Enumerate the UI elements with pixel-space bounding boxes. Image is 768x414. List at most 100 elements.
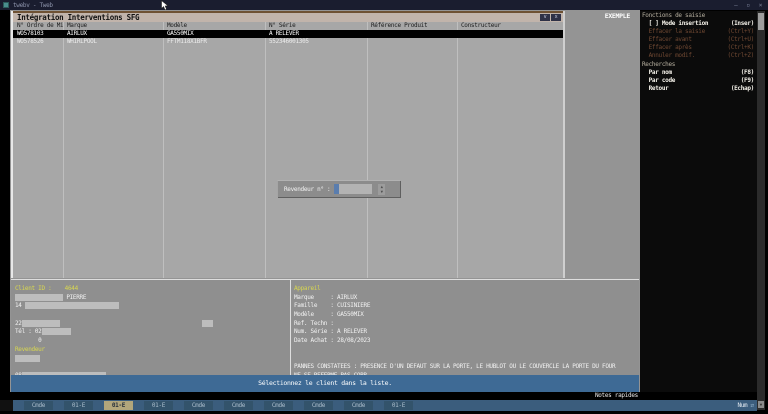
numlock-indicator: Num xyxy=(737,402,748,409)
table-header-row: N° Ordre de Mis Marque Modèle N° Série R… xyxy=(13,22,563,30)
taskbar-item[interactable]: Cmde xyxy=(224,401,253,410)
col-header-serie: N° Série xyxy=(269,22,296,29)
subwindow-title: Intégration Interventions SFG xyxy=(17,13,140,22)
window-close-button[interactable]: x xyxy=(551,14,561,21)
revendeur-input[interactable] xyxy=(334,184,373,194)
appareil-famille: Famille : CUISINIERE xyxy=(294,302,371,310)
os-window-title: twebv - Tweb xyxy=(13,1,53,9)
taskbar-item[interactable]: Cmde xyxy=(304,401,333,410)
menu-item-effacer-apres: Effacer après (Ctrl+K) xyxy=(642,44,755,52)
redacted-phone xyxy=(41,328,71,336)
close-icon[interactable]: × xyxy=(759,2,763,9)
taskbar-item[interactable]: 01-E xyxy=(144,401,173,410)
client-name-line: PIERRE xyxy=(15,293,285,303)
vertical-scrollbar[interactable]: ▼ xyxy=(757,11,765,410)
scrollbar-down-arrow-icon[interactable]: ▼ xyxy=(758,401,764,408)
cell-constructeur xyxy=(457,38,563,46)
minimize-icon[interactable]: – xyxy=(734,2,738,9)
redacted-address xyxy=(24,302,119,310)
os-titlebar: twebv - Tweb – ▫ × xyxy=(0,0,768,10)
col-header-modele: Modèle xyxy=(167,22,187,29)
app-icon xyxy=(3,2,9,8)
col-header-marque: Marque xyxy=(67,22,87,29)
table-row[interactable]: WO578526 WHIRLPOOL FFTM118X1BFR 55234600… xyxy=(13,38,563,46)
client-id-line: Client ID : 4644 xyxy=(15,285,78,292)
menu-section-recherches: Recherches xyxy=(642,60,676,68)
column-separator xyxy=(367,22,368,278)
cell-marque: AIRLUX xyxy=(67,30,87,37)
menu-item-par-code[interactable]: Par code (F9) xyxy=(640,77,757,85)
taskbar-item[interactable]: Cmde xyxy=(264,401,293,410)
text-cursor xyxy=(334,184,340,194)
taskbar-start-box[interactable] xyxy=(0,400,13,411)
column-separator xyxy=(63,22,64,278)
spinner-control[interactable]: ▲ ▼ xyxy=(378,183,386,195)
appareil-marque: Marque : AIRLUX xyxy=(294,293,357,301)
cell-constructeur xyxy=(457,30,563,38)
pannes-line-1: PANNES CONSTATEES : PRESENCE D'UN DEFAUT… xyxy=(294,363,616,371)
menu-item-mode-insertion[interactable]: [ ] Mode insertion (Inser) xyxy=(640,20,757,28)
section-separator xyxy=(290,280,291,375)
appareil-section-label: Appareil xyxy=(294,285,321,292)
client-address-line: 14 xyxy=(15,302,285,311)
column-separator xyxy=(265,22,266,278)
appareil-modele: Modèle : GA550MIX xyxy=(294,311,364,319)
cell-modele: FFTM118X1BFR xyxy=(167,38,207,45)
cell-reference xyxy=(367,38,457,46)
menu-item-annuler-modif: Annuler modif. (Ctrl+Z) xyxy=(642,52,755,60)
taskbar: Cmde 01-E 01-E 01-E Cmde Cmde Cmde Cmde … xyxy=(0,400,757,411)
appareil-info-block: Appareil Marque : AIRLUX Famille : CUISI… xyxy=(294,285,638,381)
column-separator xyxy=(163,22,164,278)
scrollbar-thumb[interactable] xyxy=(758,13,764,30)
cell-serie: A RELEVER xyxy=(269,30,299,37)
taskbar-item-active[interactable]: 01-E xyxy=(104,401,133,410)
network-icon: ⇄ xyxy=(750,402,754,409)
redacted-revendeur xyxy=(15,354,40,362)
function-menu-panel: Fonctions de saisie [ ] Mode insertion (I… xyxy=(640,11,757,392)
taskbar-item[interactable]: Cmde xyxy=(24,401,53,410)
appareil-date-achat: Date Achat : 28/08/2023 xyxy=(294,337,371,345)
revendeur-label: Revendeur n° : xyxy=(284,185,331,193)
address-number: 14 xyxy=(15,302,25,310)
maximize-icon[interactable]: ▫ xyxy=(746,2,750,9)
client-city-line: 22 xyxy=(15,319,285,329)
menu-item-effacer-avant: Effacer avant (Ctrl+U) xyxy=(642,36,755,44)
taskbar-item[interactable]: 01-E xyxy=(64,401,93,410)
window-rolldown-button[interactable]: v xyxy=(540,14,550,21)
client-info-block: Client ID : 4644 PIERRE 14 22 Tél : 02 0… xyxy=(15,285,285,381)
revendeur-section-label: Revendeur xyxy=(15,345,45,353)
cell-marque: WHIRLPOOL xyxy=(67,38,97,45)
cell-ordre: WO578103 xyxy=(17,30,44,37)
detail-section: Client ID : 4644 PIERRE 14 22 Tél : 02 0… xyxy=(11,279,639,379)
menu-section-saisie: Fonctions de saisie xyxy=(642,12,705,19)
menu-item-retour[interactable]: Retour (Echap) xyxy=(640,85,757,93)
redacted-field xyxy=(202,320,213,327)
revendeur-code-line xyxy=(15,354,285,364)
cell-modele: GA550MIX xyxy=(167,30,194,37)
appareil-ref-techn: Ref. Techn : xyxy=(294,319,334,327)
cell-ordre: WO578526 xyxy=(17,38,44,45)
taskbar-item[interactable]: 01-E xyxy=(384,401,413,410)
subwindow-titlebar: Intégration Interventions SFG v x xyxy=(13,13,563,22)
client-phone-line: Tél : 02 xyxy=(15,328,285,337)
cell-serie: 552346001305 xyxy=(269,38,309,45)
taskbar-item[interactable]: Cmde xyxy=(344,401,373,410)
cell-reference xyxy=(367,30,457,38)
postal-prefix: 22 xyxy=(15,319,22,327)
col-header-ordre: N° Ordre de Mis xyxy=(17,22,63,29)
environment-label: EXEMPLE xyxy=(604,12,631,20)
redacted-city xyxy=(21,319,60,327)
col-header-constructeur: Constructeur xyxy=(461,22,501,29)
phone-prefix: Tél : 02 xyxy=(15,328,42,336)
client-extra-line: 0 xyxy=(15,337,42,345)
taskbar-item[interactable]: Cmde xyxy=(184,401,213,410)
column-separator xyxy=(457,22,458,278)
table-row-selected[interactable]: WO578103 AIRLUX GA550MIX A RELEVER xyxy=(13,30,563,38)
col-header-reference: Référence Produit xyxy=(371,22,428,29)
menu-item-par-nom[interactable]: Par nom (F8) xyxy=(640,69,757,77)
interventions-list-window: Intégration Interventions SFG v x N° Ord… xyxy=(11,11,565,278)
menu-item-effacer-saisie: Effacer la saisie (Ctrl+Y) xyxy=(642,28,755,36)
app-window: EXEMPLE Intégration Interventions SFG v … xyxy=(10,10,640,392)
notes-rapides-label[interactable]: Notes rapides xyxy=(10,392,638,400)
status-message-bar: Sélectionnez le client dans la liste. xyxy=(11,375,639,392)
